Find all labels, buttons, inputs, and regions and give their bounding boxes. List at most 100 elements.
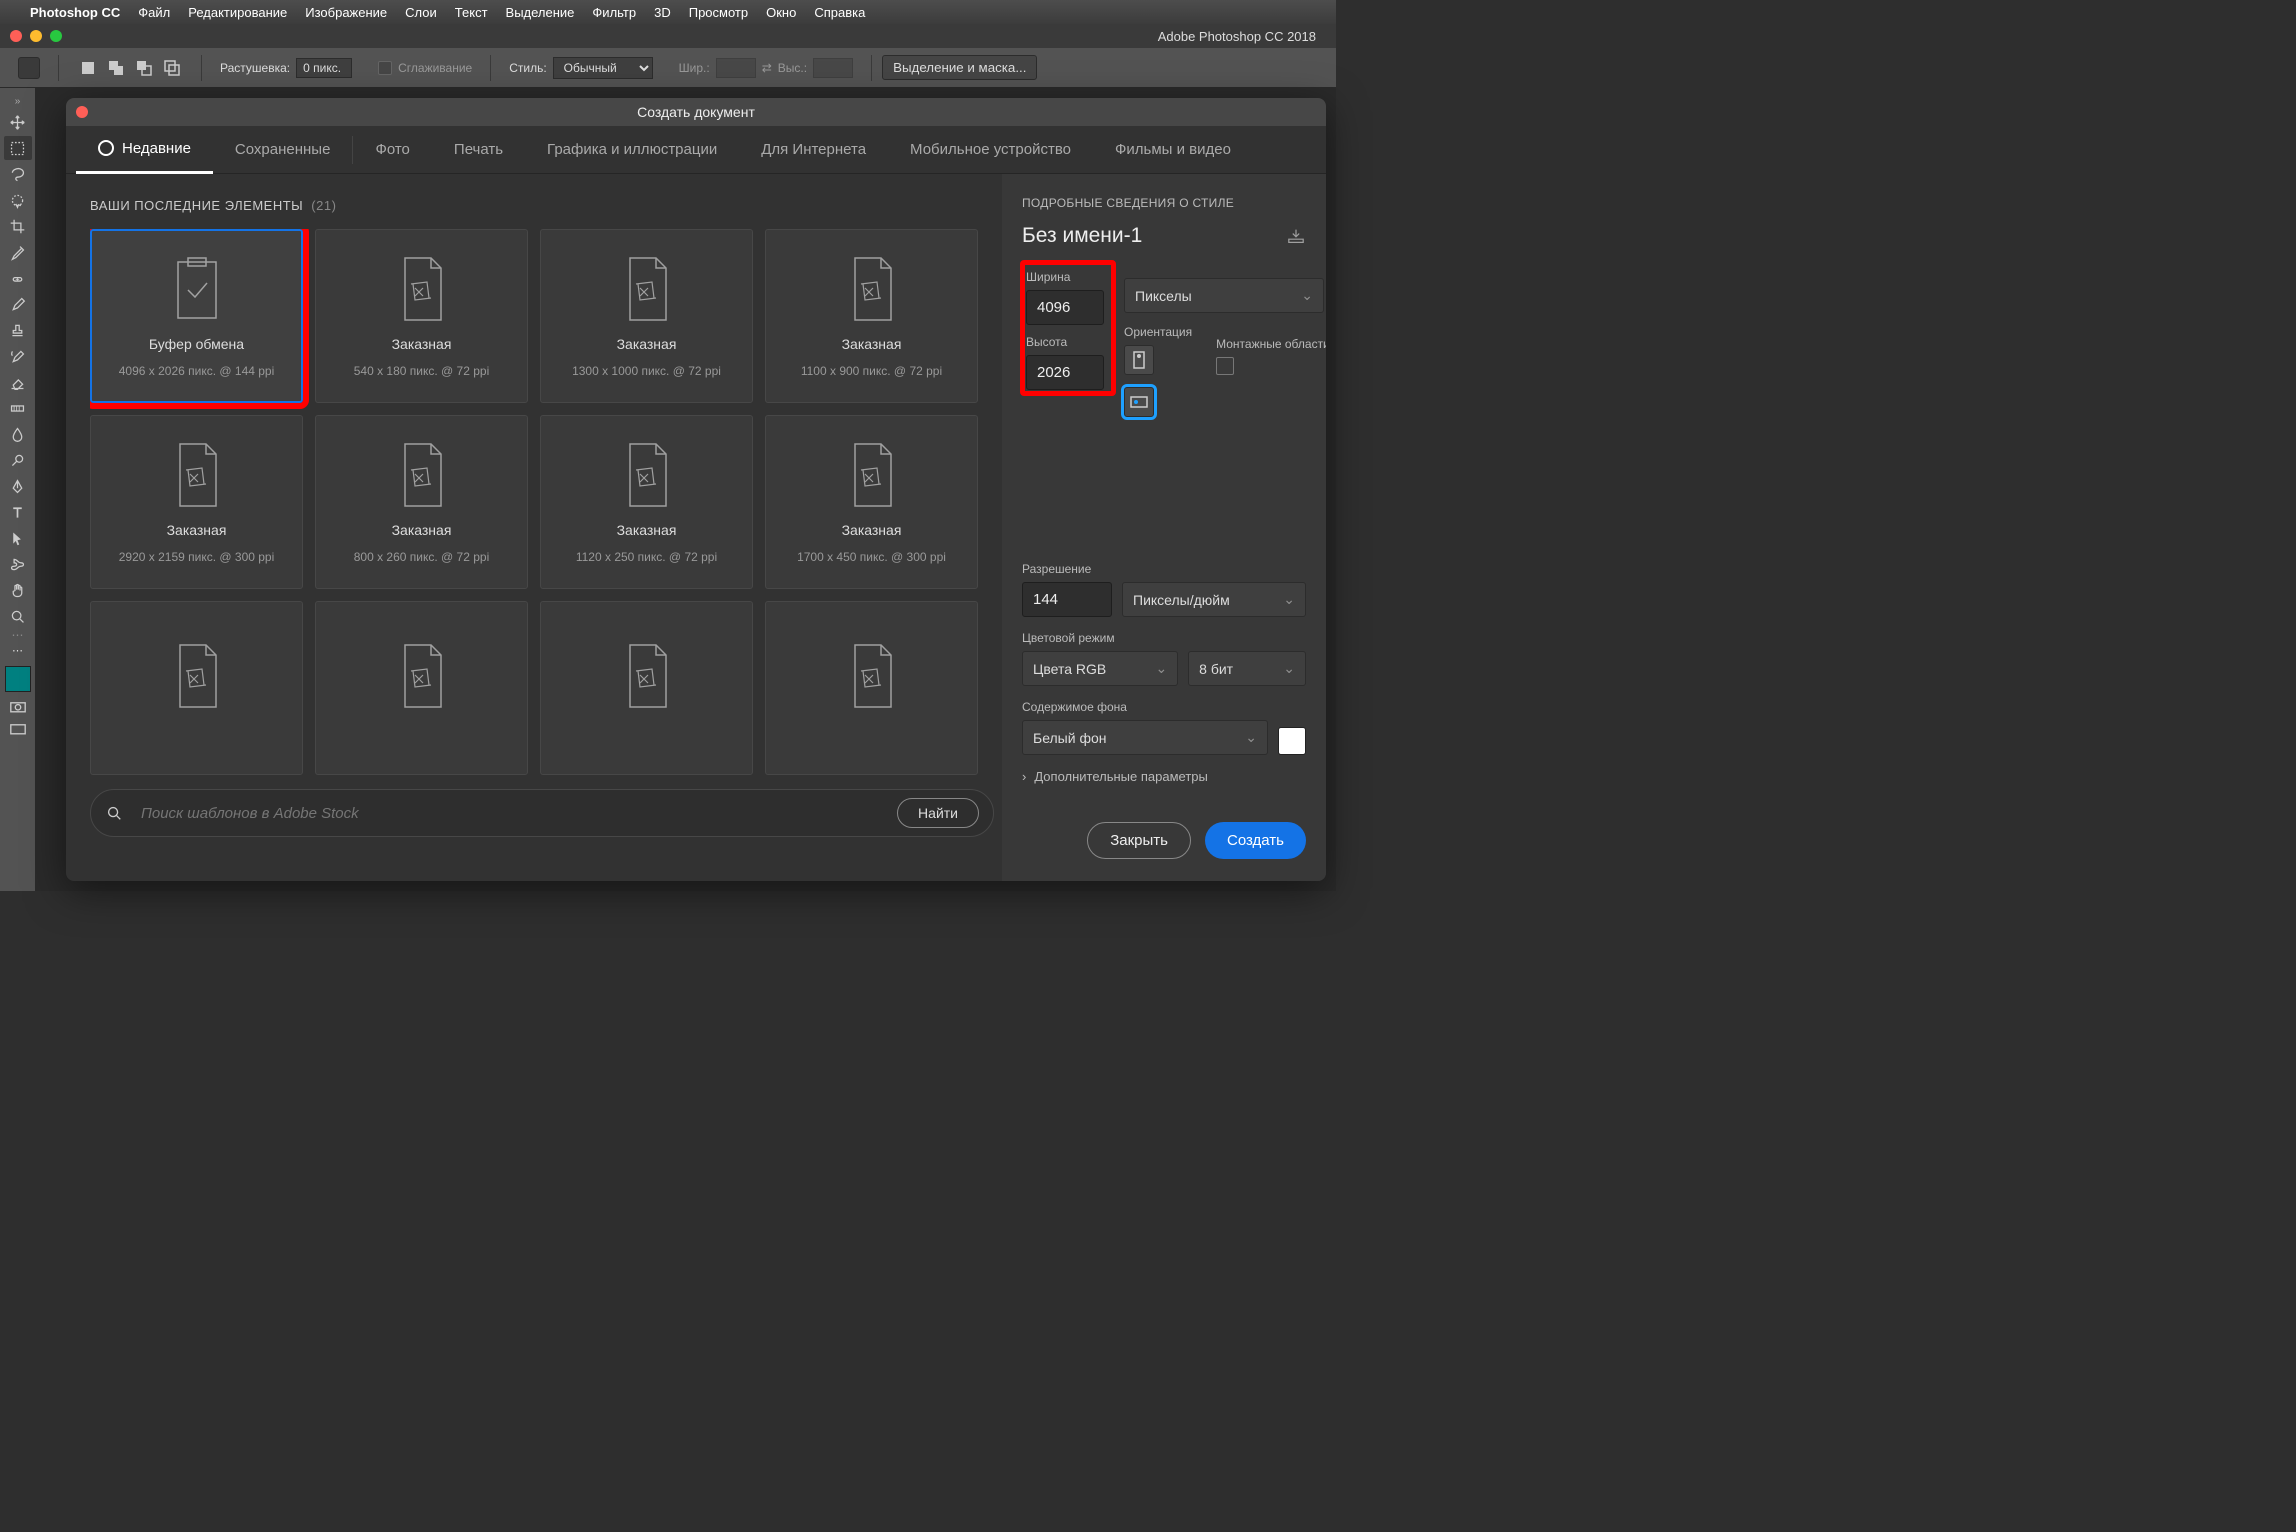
menu-edit[interactable]: Редактирование xyxy=(188,5,287,20)
stock-search-input[interactable] xyxy=(141,805,879,822)
tab-photo[interactable]: Фото xyxy=(353,126,431,174)
gradient-tool[interactable] xyxy=(4,396,32,420)
preset-item[interactable]: Заказная1100 x 900 пикс. @ 72 ppi xyxy=(765,229,978,403)
menu-file[interactable]: Файл xyxy=(138,5,170,20)
menu-3d[interactable]: 3D xyxy=(654,5,671,20)
bg-select[interactable]: Белый фон⌄ xyxy=(1022,720,1268,755)
resolution-units-select[interactable]: Пикселы/дюйм⌄ xyxy=(1122,582,1306,617)
marquee-tool[interactable] xyxy=(4,136,32,160)
preset-item[interactable]: Заказная2920 x 2159 пикс. @ 300 ppi xyxy=(90,415,303,589)
pen-tool[interactable] xyxy=(4,474,32,498)
advanced-toggle[interactable]: › Дополнительные параметры xyxy=(1022,769,1306,784)
move-tool[interactable] xyxy=(4,110,32,134)
eraser-tool[interactable] xyxy=(4,370,32,394)
screen-mode-icon[interactable] xyxy=(8,722,28,736)
artboards-label: Монтажные области xyxy=(1216,337,1326,351)
menu-help[interactable]: Справка xyxy=(814,5,865,20)
expand-toolbox-icon[interactable]: » xyxy=(4,94,32,108)
orientation-landscape[interactable] xyxy=(1124,387,1154,417)
type-tool[interactable] xyxy=(4,500,32,524)
menu-image[interactable]: Изображение xyxy=(305,5,387,20)
eyedropper-tool[interactable] xyxy=(4,240,32,264)
feather-input[interactable] xyxy=(296,58,352,78)
color-mode-select[interactable]: Цвета RGB⌄ xyxy=(1022,651,1178,686)
menu-filter[interactable]: Фильтр xyxy=(592,5,636,20)
preset-meta: 1120 x 250 пикс. @ 72 ppi xyxy=(576,550,717,564)
menu-window[interactable]: Окно xyxy=(766,5,796,20)
healing-brush-tool[interactable] xyxy=(4,266,32,290)
tab-print[interactable]: Печать xyxy=(432,126,525,174)
history-brush-tool[interactable] xyxy=(4,344,32,368)
preset-name: Заказная xyxy=(392,336,452,352)
tab-saved[interactable]: Сохраненные xyxy=(213,126,353,174)
width-field[interactable] xyxy=(1026,290,1104,325)
tab-web[interactable]: Для Интернета xyxy=(739,126,888,174)
height-field[interactable] xyxy=(1026,355,1104,390)
path-select-tool[interactable] xyxy=(4,526,32,550)
preset-name: Заказная xyxy=(842,522,902,538)
menu-text[interactable]: Текст xyxy=(455,5,488,20)
hand-tool[interactable] xyxy=(4,578,32,602)
tool-preset-icon[interactable] xyxy=(18,57,40,79)
preset-item[interactable]: Заказная800 x 260 пикс. @ 72 ppi xyxy=(315,415,528,589)
bit-depth-select[interactable]: 8 бит⌄ xyxy=(1188,651,1306,686)
bg-color-swatch[interactable] xyxy=(1278,727,1306,755)
antialias-checkbox xyxy=(378,61,392,75)
stock-search-button[interactable]: Найти xyxy=(897,798,979,828)
preset-name: Заказная xyxy=(617,336,677,352)
chevron-right-icon: › xyxy=(1022,769,1026,784)
menu-select[interactable]: Выделение xyxy=(506,5,575,20)
save-preset-icon[interactable] xyxy=(1286,228,1306,244)
tab-mobile[interactable]: Мобильное устройство xyxy=(888,126,1093,174)
preset-meta: 540 x 180 пикс. @ 72 ppi xyxy=(354,364,490,378)
macos-menubar: Photoshop CC Файл Редактирование Изображ… xyxy=(0,0,1336,24)
preset-item[interactable] xyxy=(765,601,978,775)
preset-item[interactable]: Заказная 540 x 180 пикс. @ 72 ppi xyxy=(315,229,528,403)
edit-toolbar-icon[interactable]: ⋯ xyxy=(4,642,32,658)
style-label: Стиль: xyxy=(509,61,546,75)
tab-film[interactable]: Фильмы и видео xyxy=(1093,126,1253,174)
toolbox-more-icon[interactable]: ⋯ xyxy=(4,630,32,640)
preset-item[interactable]: Заказная1300 x 1000 пикс. @ 72 ppi xyxy=(540,229,753,403)
brush-tool[interactable] xyxy=(4,292,32,316)
zoom-tool[interactable] xyxy=(4,604,32,628)
menu-layers[interactable]: Слои xyxy=(405,5,437,20)
crop-tool[interactable] xyxy=(4,214,32,238)
preset-item[interactable] xyxy=(90,601,303,775)
close-button[interactable]: Закрыть xyxy=(1087,822,1191,859)
width-field-label: Ширина xyxy=(1026,270,1110,284)
orientation-portrait[interactable] xyxy=(1124,345,1154,375)
style-select[interactable]: Обычный xyxy=(553,57,653,79)
preset-item[interactable] xyxy=(315,601,528,775)
app-name[interactable]: Photoshop CC xyxy=(30,5,120,20)
lasso-tool[interactable] xyxy=(4,162,32,186)
units-select[interactable]: Пикселы⌄ xyxy=(1124,278,1324,313)
tab-art[interactable]: Графика и иллюстрации xyxy=(525,126,739,174)
selection-subtract-icon[interactable] xyxy=(133,57,155,79)
preset-item[interactable]: Заказная1120 x 250 пикс. @ 72 ppi xyxy=(540,415,753,589)
dodge-tool[interactable] xyxy=(4,448,32,472)
artboards-checkbox[interactable] xyxy=(1216,357,1234,375)
stamp-tool[interactable] xyxy=(4,318,32,342)
menu-view[interactable]: Просмотр xyxy=(689,5,748,20)
stock-search-bar: Найти xyxy=(90,789,994,837)
blur-tool[interactable] xyxy=(4,422,32,446)
width-label: Шир.: xyxy=(679,61,710,75)
quick-select-tool[interactable] xyxy=(4,188,32,212)
create-button[interactable]: Создать xyxy=(1205,822,1306,859)
dialog-title: Создать документ xyxy=(66,104,1326,120)
foreground-color-swatch[interactable] xyxy=(5,666,31,692)
dialog-tabs: Недавние Сохраненные Фото Печать Графика… xyxy=(66,126,1326,174)
document-name[interactable]: Без имени-1 xyxy=(1022,224,1142,248)
quick-mask-icon[interactable] xyxy=(8,700,28,714)
preset-item[interactable] xyxy=(540,601,753,775)
preset-item[interactable]: Буфер обмена4096 x 2026 пикс. @ 144 ppi xyxy=(90,229,303,403)
selection-intersect-icon[interactable] xyxy=(161,57,183,79)
preset-item[interactable]: Заказная1700 x 450 пикс. @ 300 ppi xyxy=(765,415,978,589)
selection-new-icon[interactable] xyxy=(77,57,99,79)
resolution-field[interactable] xyxy=(1022,582,1112,617)
selection-add-icon[interactable] xyxy=(105,57,127,79)
select-and-mask-button[interactable]: Выделение и маска... xyxy=(882,55,1037,80)
shape-tool[interactable] xyxy=(4,552,32,576)
tab-recent[interactable]: Недавние xyxy=(76,126,213,174)
